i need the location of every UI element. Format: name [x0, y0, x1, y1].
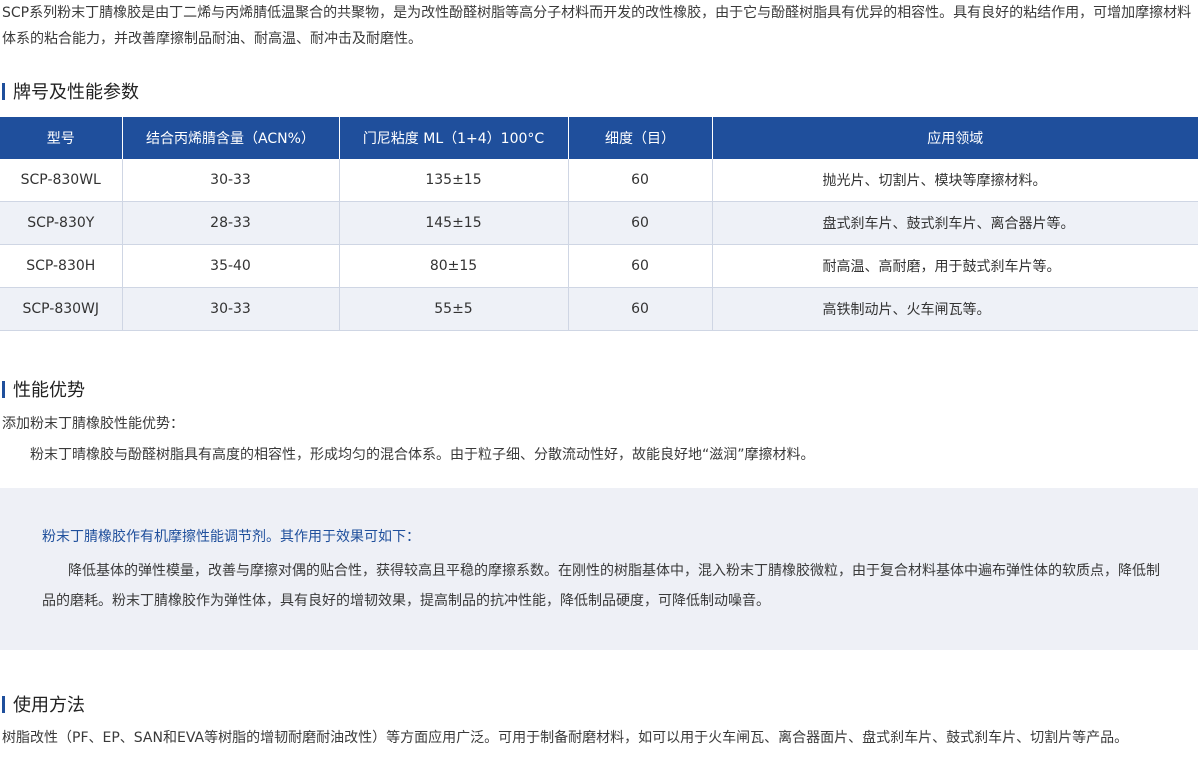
cell-mooney: 55±5 — [339, 287, 569, 331]
cell-model: SCP-830H — [0, 244, 123, 288]
header-application: 应用领域 — [712, 117, 1198, 159]
table-row: SCP-830H 35-40 80±15 60 耐高温、高耐磨，用于鼓式刹车片等… — [0, 244, 1198, 288]
header-mooney: 门尼粘度 ML（1+4）100°C — [339, 117, 569, 159]
cell-model: SCP-830Y — [0, 201, 123, 245]
section-title-text: 性能优势 — [13, 380, 85, 401]
section-marker — [2, 695, 5, 713]
callout-box: 粉末丁腈橡胶作有机摩擦性能调节剂。其作用于效果可如下： 降低基体的弹性模量，改善… — [0, 488, 1198, 650]
section-title-specs: 牌号及性能参数 — [2, 80, 139, 103]
callout-body: 降低基体的弹性模量，改善与摩擦对偶的贴合性，获得较高且平稳的摩擦系数。在刚性的树… — [42, 563, 1160, 609]
section-title-text: 使用方法 — [13, 695, 85, 716]
cell-application: 耐高温、高耐磨，用于鼓式刹车片等。 — [712, 244, 1198, 288]
cell-fineness: 60 — [568, 201, 713, 245]
spec-table: 型号 结合丙烯腈含量（ACN%） 门尼粘度 ML（1+4）100°C 细度（目）… — [0, 117, 1198, 331]
header-model: 型号 — [0, 117, 123, 159]
cell-application: 盘式刹车片、鼓式刹车片、离合器片等。 — [712, 201, 1198, 245]
section-marker — [2, 82, 5, 100]
cell-mooney: 145±15 — [339, 201, 569, 245]
section-title-text: 牌号及性能参数 — [13, 82, 139, 103]
table-row: SCP-830WL 30-33 135±15 60 抛光片、切割片、模块等摩擦材… — [0, 159, 1198, 202]
callout-title: 粉末丁腈橡胶作有机摩擦性能调节剂。其作用于效果可如下： — [42, 529, 420, 545]
advantages-lead: 添加粉末丁腈橡胶性能优势： — [2, 416, 184, 432]
cell-fineness: 60 — [568, 287, 713, 331]
cell-mooney: 135±15 — [339, 159, 569, 202]
header-fineness: 细度（目） — [568, 117, 713, 159]
advantages-point: 粉末丁晴橡胶与酚醛树脂具有高度的相容性，形成均匀的混合体系。由于粒子细、分散流动… — [30, 447, 815, 463]
cell-acn: 28-33 — [122, 201, 340, 245]
usage-paragraph: 树脂改性（PF、EP、SAN和EVA等树脂的增韧耐磨耐油改性）等方面应用广泛。可… — [2, 730, 1129, 746]
cell-fineness: 60 — [568, 244, 713, 288]
cell-acn: 30-33 — [122, 287, 340, 331]
section-marker — [2, 380, 5, 398]
cell-model: SCP-830WL — [0, 159, 123, 202]
table-header-row: 型号 结合丙烯腈含量（ACN%） 门尼粘度 ML（1+4）100°C 细度（目）… — [0, 117, 1198, 159]
section-title-advantages: 性能优势 — [2, 378, 85, 401]
table-row: SCP-830Y 28-33 145±15 60 盘式刹车片、鼓式刹车片、离合器… — [0, 201, 1198, 245]
section-title-usage: 使用方法 — [2, 693, 85, 716]
table-row: SCP-830WJ 30-33 55±5 60 高铁制动片、火车闸瓦等。 — [0, 287, 1198, 331]
cell-application: 抛光片、切割片、模块等摩擦材料。 — [712, 159, 1198, 202]
cell-application: 高铁制动片、火车闸瓦等。 — [712, 287, 1198, 331]
header-acn: 结合丙烯腈含量（ACN%） — [122, 117, 340, 159]
cell-model: SCP-830WJ — [0, 287, 123, 331]
cell-acn: 35-40 — [122, 244, 340, 288]
cell-mooney: 80±15 — [339, 244, 569, 288]
intro-paragraph: SCP系列粉末丁腈橡胶是由丁二烯与丙烯腈低温聚合的共聚物，是为改性酚醛树脂等高分… — [2, 5, 1192, 47]
cell-fineness: 60 — [568, 159, 713, 202]
cell-acn: 30-33 — [122, 159, 340, 202]
